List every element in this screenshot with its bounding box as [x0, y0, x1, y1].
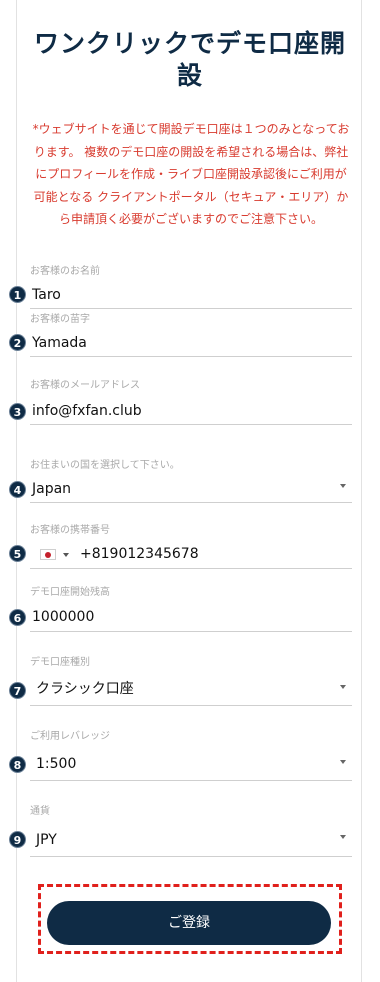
first-name-field: お客様のお名前 1 Taro	[9, 266, 352, 312]
phone-underline	[30, 568, 352, 569]
first-name-label: お客様のお名前	[30, 266, 100, 277]
last-name-input[interactable]: Yamada	[32, 334, 87, 352]
chevron-down-icon[interactable]	[63, 553, 69, 557]
balance-underline	[30, 631, 352, 632]
currency-label: 通貨	[30, 806, 50, 817]
currency-field: 通貨 9 JPY	[9, 806, 352, 858]
account-type-field: デモ口座種別 7 クラシック口座	[9, 657, 352, 707]
email-field: お客様のメールアドレス 3 info@fxfan.club	[9, 380, 352, 426]
last-name-label: お客様の苗字	[30, 314, 90, 325]
submit-highlight-box: ご登録	[38, 884, 342, 954]
account-type-select[interactable]: クラシック口座	[36, 680, 134, 698]
balance-input[interactable]: 1000000	[32, 608, 94, 626]
leverage-label: ご利用レバレッジ	[30, 731, 110, 742]
step-badge-8: 8	[9, 756, 26, 773]
last-name-field: お客様の苗字 2 Yamada	[9, 314, 352, 360]
step-badge-9: 9	[9, 831, 26, 848]
currency-select[interactable]: JPY	[36, 831, 57, 849]
step-badge-6: 6	[9, 609, 26, 626]
phone-field: お客様の携帯番号 5 +819012345678	[9, 525, 352, 571]
country-field: お住まいの国を選択して下さい。 4 Japan	[9, 460, 352, 506]
currency-underline	[30, 856, 352, 857]
step-badge-7: 7	[9, 682, 26, 699]
phone-input[interactable]: +819012345678	[80, 545, 199, 563]
leverage-underline	[30, 780, 352, 781]
chevron-down-icon[interactable]	[340, 685, 346, 689]
step-badge-4: 4	[9, 481, 26, 498]
email-underline	[30, 424, 352, 425]
chevron-down-icon[interactable]	[340, 835, 346, 839]
phone-label: お客様の携帯番号	[30, 525, 110, 536]
step-badge-2: 2	[9, 334, 26, 351]
balance-field: デモ口座開始残高 6 1000000	[9, 587, 352, 633]
first-name-underline	[30, 308, 352, 309]
register-button[interactable]: ご登録	[47, 901, 331, 945]
last-name-underline	[30, 356, 352, 357]
demo-notice: *ウェブサイトを通じて開設デモ口座は１つのみとなっております。 複数のデモ口座の…	[32, 122, 350, 226]
step-badge-1: 1	[9, 286, 26, 303]
page-title: ワンクリックでデモ口座開設	[33, 29, 346, 90]
chevron-down-icon[interactable]	[340, 484, 346, 488]
country-label: お住まいの国を選択して下さい。	[30, 460, 180, 471]
step-badge-5: 5	[9, 545, 26, 562]
balance-label: デモ口座開始残高	[30, 587, 110, 598]
email-label: お客様のメールアドレス	[30, 380, 140, 391]
leverage-select[interactable]: 1:500	[36, 755, 76, 773]
country-underline	[30, 502, 352, 503]
country-select[interactable]: Japan	[32, 480, 71, 498]
first-name-input[interactable]: Taro	[32, 286, 61, 304]
japan-flag-icon[interactable]	[40, 549, 56, 560]
leverage-field: ご利用レバレッジ 8 1:500	[9, 731, 352, 781]
account-type-underline	[30, 705, 352, 706]
account-type-label: デモ口座種別	[30, 657, 90, 668]
email-input[interactable]: info@fxfan.club	[32, 402, 142, 420]
chevron-down-icon[interactable]	[340, 760, 346, 764]
step-badge-3: 3	[9, 403, 26, 420]
